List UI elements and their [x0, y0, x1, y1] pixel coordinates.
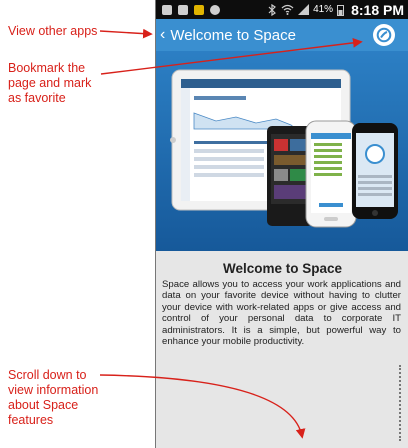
app-bar: ‹ Welcome to Space [156, 19, 408, 51]
back-to-apps-button[interactable]: ‹ [160, 26, 165, 44]
bookmark-favorite-button[interactable] [373, 24, 395, 46]
signal-icon [298, 4, 310, 15]
notification-icon [162, 4, 172, 15]
battery-percent: 41% [313, 4, 334, 15]
wifi-icon [281, 4, 294, 15]
battery-icon [337, 4, 345, 16]
scroll-indicator[interactable] [399, 365, 404, 441]
status-time: 8:18 PM [351, 1, 404, 18]
check-icon [210, 4, 220, 15]
devices-illustration [156, 51, 408, 251]
bookmark-annotation: Bookmark the page and mark as favorite [8, 61, 92, 105]
view-apps-arrow [99, 28, 153, 39]
app-notification-icon [194, 4, 204, 15]
hero-devices-image [156, 51, 408, 251]
app-title: Welcome to Space [170, 26, 296, 44]
welcome-heading: Welcome to Space [222, 261, 343, 276]
status-bar: 41% 8:18 PM [156, 0, 408, 19]
welcome-content: Welcome to Space Space allows you to acc… [156, 251, 408, 448]
space-logo-icon [376, 27, 392, 43]
bluetooth-icon [268, 3, 277, 16]
welcome-description: Space allows you to access your work app… [162, 279, 401, 348]
scroll-annotation: Scroll down to view information about Sp… [8, 368, 99, 427]
view-other-apps-annotation: View other apps [8, 24, 98, 38]
phone-screen: 41% 8:18 PM ‹ Welcome to Space Welcome t… [155, 0, 408, 448]
image-icon [178, 4, 188, 15]
